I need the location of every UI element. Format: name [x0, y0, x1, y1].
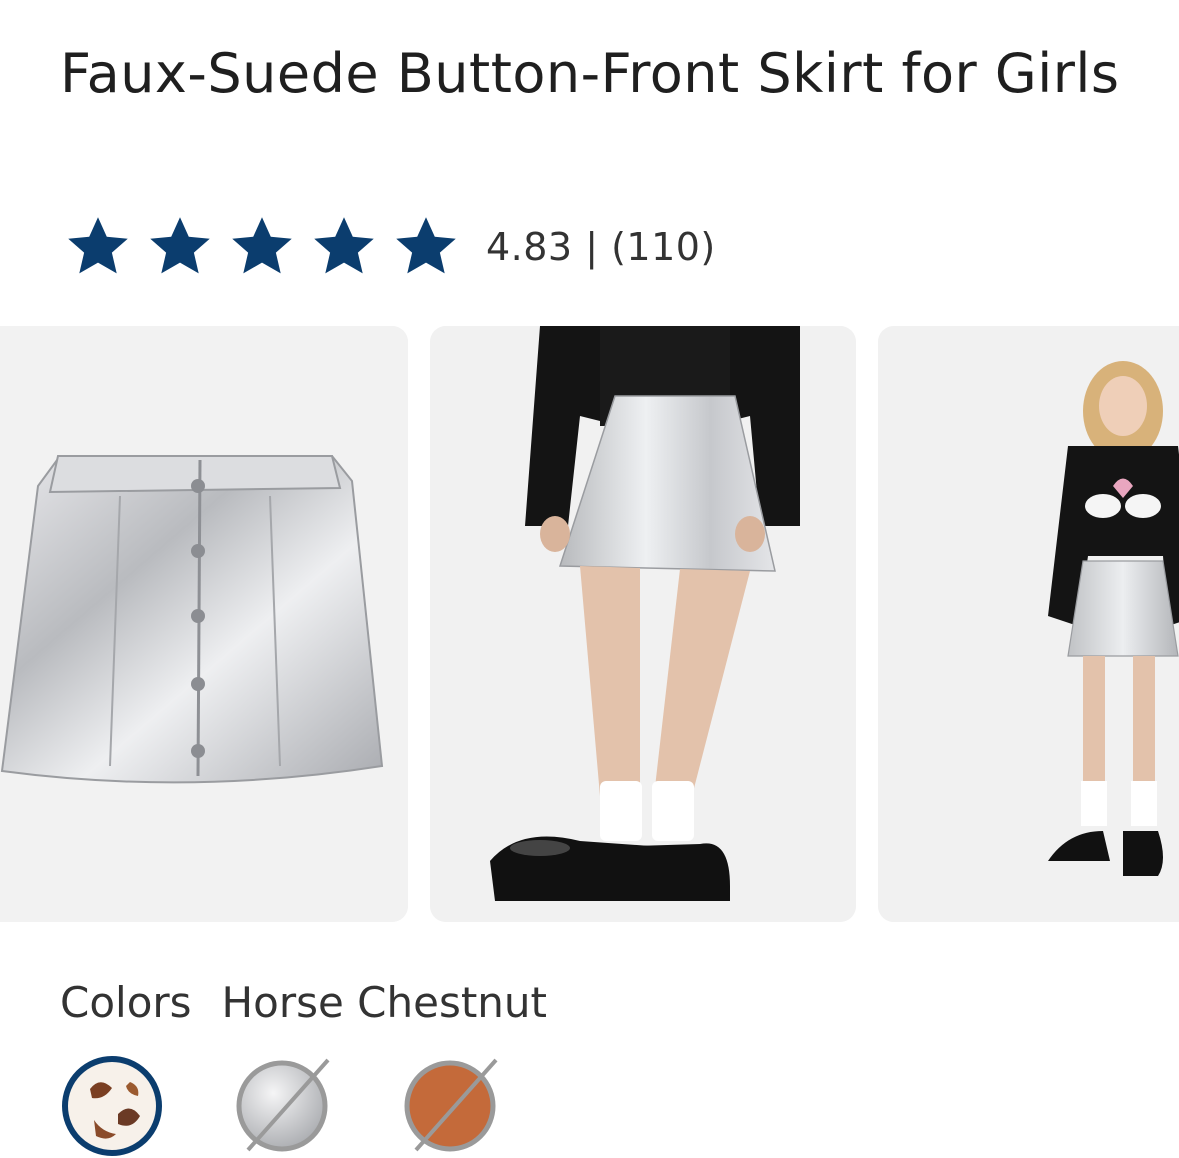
silver-swatch-icon — [236, 1058, 330, 1152]
brown-swatch-icon — [404, 1058, 498, 1152]
gallery-image-3[interactable] — [878, 326, 1179, 922]
swatch-horse-chestnut[interactable] — [60, 1054, 164, 1158]
product-image-gallery[interactable] — [0, 326, 1179, 922]
gallery-image-2[interactable] — [430, 326, 856, 922]
skirt-back-view-image — [430, 326, 856, 922]
color-selector-header: Colors Horse Chestnut — [60, 970, 547, 1034]
rating-summary[interactable]: 4.83 | (110) — [60, 212, 716, 282]
star-icon — [68, 217, 128, 274]
rating-value-and-count[interactable]: 4.83 | (110) — [486, 225, 716, 269]
colors-label: Colors — [60, 977, 192, 1027]
star-icon — [396, 217, 456, 274]
product-title: Faux-Suede Button-Front Skirt for Girls — [60, 42, 1120, 105]
star-rating — [60, 213, 464, 281]
selected-color-name: Horse Chestnut — [221, 977, 548, 1027]
skirt-flat-lay-image — [0, 326, 408, 922]
star-icon — [232, 217, 292, 274]
gallery-image-1[interactable] — [0, 326, 408, 922]
skirt-model-full-view-image — [878, 326, 1179, 922]
swatch-brown-unavailable[interactable] — [398, 1054, 502, 1158]
star-icon — [150, 217, 210, 274]
star-icon — [314, 217, 374, 274]
swatch-silver-unavailable[interactable] — [230, 1054, 334, 1158]
horse-chestnut-swatch-icon — [62, 1056, 162, 1156]
